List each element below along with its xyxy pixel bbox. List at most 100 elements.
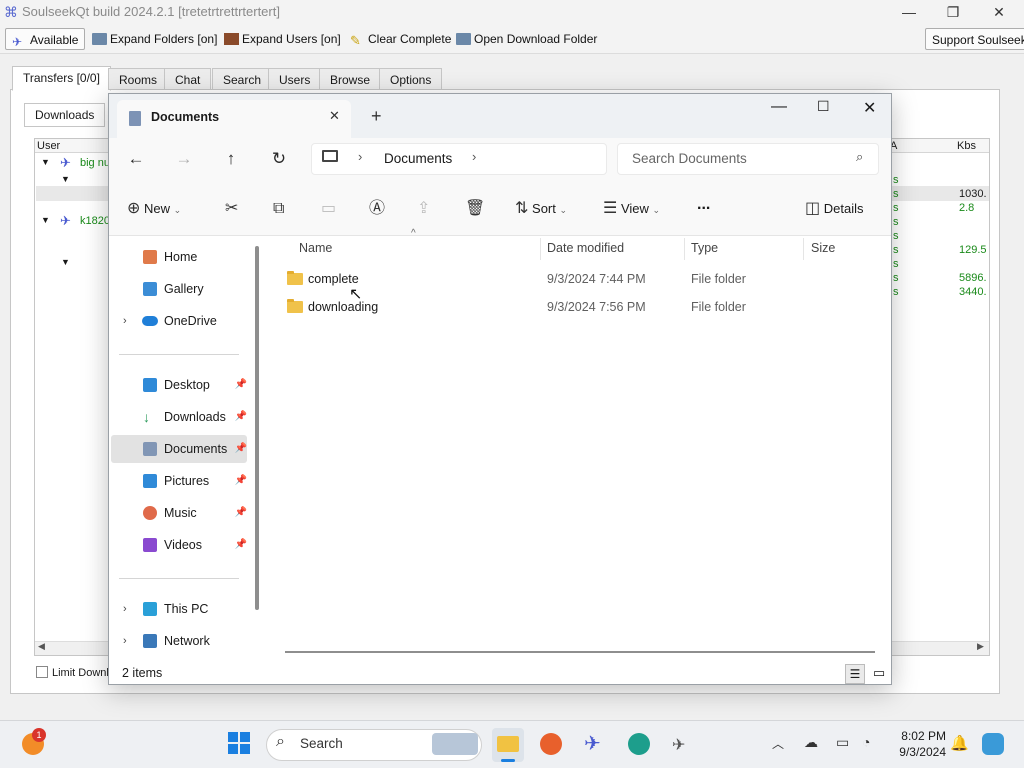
up-button[interactable]: ↑ — [216, 146, 246, 172]
sidebar-item-gallery[interactable]: Gallery — [111, 275, 247, 303]
column-separator[interactable] — [803, 238, 804, 260]
speaker-icon[interactable]: ◔ — [862, 734, 870, 750]
sidebar-item-documents[interactable]: Documents 📌 — [111, 435, 247, 463]
rename-icon[interactable]: Ⓐ — [369, 198, 385, 220]
tab-transfers[interactable]: Transfers [0/0] — [12, 66, 111, 91]
file-explorer-taskbar-button[interactable] — [492, 728, 524, 762]
sidebar-item-videos[interactable]: Videos 📌 — [111, 531, 247, 559]
column-header-name[interactable]: Name — [299, 241, 332, 255]
column-kbs[interactable]: Kbs — [957, 140, 976, 152]
column-separator[interactable] — [684, 238, 685, 260]
share-icon[interactable]: ⇪ — [417, 198, 430, 220]
sidebar-item-onedrive[interactable]: › OneDrive — [111, 307, 247, 335]
tab-browse[interactable]: Browse — [319, 68, 382, 90]
pin-icon[interactable]: 📌 — [235, 467, 247, 495]
delete-icon[interactable]: 🗑 — [465, 198, 485, 220]
expand-arrow-icon[interactable]: ▼ — [61, 174, 70, 184]
column-user[interactable]: User — [37, 140, 60, 152]
monitor-icon[interactable]: ▭ — [836, 734, 849, 751]
limit-downloads-checkbox[interactable] — [36, 666, 48, 678]
address-field[interactable]: › Documents › — [311, 143, 607, 175]
edge-icon[interactable] — [628, 733, 650, 755]
cloud-offline-icon[interactable]: ☁ — [804, 734, 818, 751]
user-row[interactable]: big nu — [80, 157, 110, 169]
forward-button[interactable]: → — [169, 146, 199, 172]
paste-icon[interactable]: ▭ — [321, 198, 336, 220]
tab-downloads[interactable]: Downloads — [24, 103, 106, 127]
chevron-right-icon[interactable]: › — [472, 149, 476, 164]
soulseek-maximize-button[interactable]: ❐ — [938, 2, 968, 22]
back-button[interactable]: ← — [121, 146, 151, 172]
expand-users-button[interactable]: Expand Users [on] — [218, 28, 347, 50]
new-tab-button[interactable]: + — [371, 106, 382, 127]
view-button[interactable]: ☰ View ⌄ — [603, 198, 660, 220]
clock-time[interactable]: 8:02 PM — [890, 729, 946, 743]
search-documents-input[interactable]: Search Documents ⌕ — [617, 143, 879, 175]
sort-button[interactable]: ⇅ Sort ⌄ — [515, 198, 567, 220]
expand-arrow-icon[interactable]: ▼ — [61, 257, 70, 267]
details-view-button[interactable]: ☰ — [845, 664, 865, 684]
firefox-icon[interactable] — [540, 733, 562, 755]
expand-arrow-icon[interactable]: ▼ — [41, 157, 50, 167]
more-options-button[interactable]: ... — [697, 194, 710, 216]
file-row[interactable]: complete 9/3/2024 7:44 PM File folder — [279, 266, 879, 292]
sidebar-item-music[interactable]: Music 📌 — [111, 499, 247, 527]
notification-bell-icon[interactable]: 🔔 — [950, 734, 969, 752]
tab-chat[interactable]: Chat — [164, 68, 212, 90]
explorer-tab-documents[interactable]: Documents ✕ — [117, 100, 351, 138]
explorer-maximize-button[interactable]: ☐ — [817, 98, 830, 115]
breadcrumb-documents[interactable]: Documents — [384, 151, 452, 166]
scroll-left-icon[interactable]: ◀ — [38, 641, 45, 652]
clear-complete-button[interactable]: ✎ Clear Complete — [344, 28, 457, 50]
explorer-minimize-button[interactable]: — — [771, 98, 787, 116]
clock-date[interactable]: 9/3/2024 — [884, 745, 946, 759]
soulseek-taskbar-icon[interactable]: ✈ — [584, 731, 601, 756]
available-button[interactable]: ✈ Available — [5, 28, 86, 50]
soulseek-close-button[interactable]: ✕ — [984, 2, 1014, 22]
details-pane-button[interactable]: ◫ Details — [805, 198, 864, 220]
soulseek-minimize-button[interactable]: — — [894, 2, 924, 22]
pin-icon[interactable]: 📌 — [235, 435, 247, 463]
scroll-right-icon[interactable]: ▶ — [977, 641, 984, 652]
copilot-icon[interactable] — [982, 733, 1004, 755]
tab-options[interactable]: Options — [379, 68, 443, 90]
pin-icon[interactable]: 📌 — [235, 531, 247, 559]
close-tab-icon[interactable]: ✕ — [329, 108, 340, 124]
expand-arrow-icon[interactable]: ▼ — [41, 215, 50, 225]
tab-users[interactable]: Users — [268, 68, 322, 90]
file-row[interactable]: downloading 9/3/2024 7:56 PM File folder — [279, 294, 879, 320]
tab-rooms[interactable]: Rooms — [108, 68, 169, 90]
column-header-size[interactable]: Size — [811, 241, 835, 255]
navigation-pane-scrollbar[interactable] — [255, 246, 259, 610]
column-separator[interactable] — [540, 238, 541, 260]
app-taskbar-icon[interactable]: ✈ — [672, 735, 685, 755]
support-soulseek-button[interactable]: Support Soulseek! — [925, 28, 1024, 50]
sidebar-item-network[interactable]: › Network — [111, 627, 247, 655]
file-list-hscrollbar[interactable] — [285, 651, 875, 653]
refresh-button[interactable]: ↻ — [264, 146, 294, 172]
chevron-right-icon[interactable]: › — [123, 627, 127, 655]
pin-icon[interactable]: 📌 — [235, 371, 247, 399]
chevron-right-icon[interactable]: › — [123, 595, 127, 623]
sidebar-item-this-pc[interactable]: › This PC — [111, 595, 247, 623]
pin-icon[interactable]: 📌 — [235, 499, 247, 527]
chevron-right-icon[interactable]: › — [123, 307, 127, 335]
sidebar-item-downloads[interactable]: ↓ Downloads 📌 — [111, 403, 247, 431]
expand-folders-button[interactable]: Expand Folders [on] — [86, 28, 223, 50]
cut-icon[interactable]: ✂ — [225, 198, 238, 220]
limit-downloads-row[interactable]: Limit Downl — [36, 666, 109, 679]
sidebar-item-desktop[interactable]: Desktop 📌 — [111, 371, 247, 399]
tiles-view-button[interactable]: ▭ — [869, 664, 889, 684]
new-button[interactable]: ⊕ New ⌄ — [127, 198, 181, 220]
tab-search[interactable]: Search — [212, 68, 273, 90]
start-button[interactable] — [228, 732, 250, 754]
pin-icon[interactable]: 📌 — [235, 403, 247, 431]
explorer-close-button[interactable]: ✕ — [863, 98, 876, 118]
column-header-date-modified[interactable]: Date modified — [547, 241, 624, 255]
open-download-folder-button[interactable]: Open Download Folder — [450, 28, 603, 50]
copy-icon[interactable]: ⧉ — [273, 198, 284, 220]
column-header-type[interactable]: Type — [691, 241, 718, 255]
user-row[interactable]: k1820 — [80, 215, 110, 227]
sidebar-item-home[interactable]: Home — [111, 243, 247, 271]
chevron-up-icon[interactable]: ︿ — [772, 735, 784, 752]
